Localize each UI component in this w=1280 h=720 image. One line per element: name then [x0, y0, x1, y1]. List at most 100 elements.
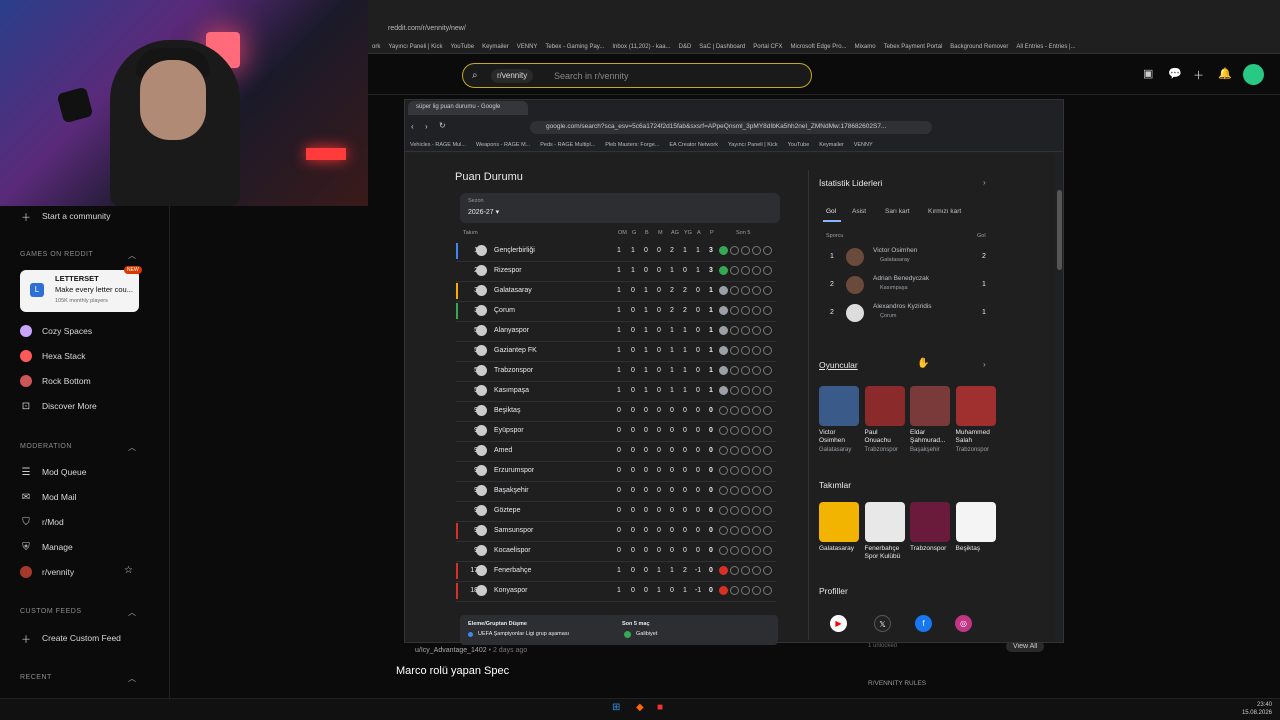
- reload-icon[interactable]: ↻: [439, 121, 446, 130]
- chevron-up-icon[interactable]: ︿: [128, 607, 136, 618]
- chat-icon[interactable]: 💬: [1168, 67, 1182, 80]
- player-card[interactable]: Eldar Şahmurad... Başakşehir: [910, 386, 950, 453]
- team-name[interactable]: Gaziantep FK: [494, 347, 537, 354]
- table-row[interactable]: 9Samsunspor00000000: [456, 521, 776, 541]
- star-icon[interactable]: ☆: [124, 565, 133, 576]
- team-name[interactable]: Fenerbahçe: [494, 567, 531, 574]
- bookmark-item[interactable]: SaC | Dashboard: [699, 44, 745, 50]
- player-card[interactable]: Muhammed Salah Trabzonspor: [955, 386, 996, 453]
- user-avatar[interactable]: [1243, 64, 1264, 85]
- table-row[interactable]: 2Rizespor11001013: [456, 261, 776, 281]
- taskbar-clock[interactable]: 23:40 15.08.2026: [1242, 701, 1272, 717]
- team-card[interactable]: Beşiktaş: [955, 502, 996, 553]
- table-row[interactable]: 9Göztepe00000000: [456, 501, 776, 521]
- table-row[interactable]: 9Kocaelispor00000000: [456, 541, 776, 561]
- sidebar-item-r-mod[interactable]: ⛉ r/Mod: [20, 516, 63, 528]
- team-name[interactable]: Samsunspor: [494, 527, 533, 534]
- app-icon[interactable]: ■: [657, 702, 663, 713]
- bookmark-item[interactable]: Yayıncı Paneli | Kick: [388, 44, 442, 50]
- team-name[interactable]: Çorum: [494, 307, 515, 314]
- team-name[interactable]: Eyüpspor: [494, 427, 524, 434]
- chevron-up-icon[interactable]: ︿: [128, 442, 136, 453]
- bookmark-item[interactable]: Keymailer: [482, 44, 509, 50]
- inner-address-bar[interactable]: google.com/search?sca_esv=5c6a1724f2d15f…: [530, 121, 932, 134]
- windows-start-icon[interactable]: ⊞: [612, 702, 620, 713]
- url-text[interactable]: reddit.com/r/vennity/new/: [388, 25, 466, 32]
- table-row[interactable]: 9Eyüpspor00000000: [456, 421, 776, 441]
- player-card[interactable]: Paul Onuachu Trabzonspor: [864, 386, 905, 453]
- table-row[interactable]: 9Erzurumspor00000000: [456, 461, 776, 481]
- instagram-icon[interactable]: ◎: [955, 615, 972, 632]
- team-name[interactable]: Alanyaspor: [494, 327, 529, 334]
- stats-tab-2[interactable]: Sarı kart: [885, 208, 910, 215]
- chevron-up-icon[interactable]: ︿: [128, 250, 136, 261]
- bookmark-item[interactable]: EA Creator Network: [669, 142, 718, 148]
- table-row[interactable]: 3Galatasaray10102201: [456, 281, 776, 301]
- bookmark-item[interactable]: Vehicles - RAGE Mul...: [410, 142, 466, 148]
- leader-row[interactable]: 2 Alexandros Kyziridis Çorum 1: [826, 301, 996, 327]
- x-icon[interactable]: 𝕏: [874, 615, 891, 632]
- back-icon[interactable]: ‹: [411, 122, 414, 131]
- bookmark-item[interactable]: YouTube: [788, 142, 810, 148]
- team-name[interactable]: Trabzonspor: [494, 367, 533, 374]
- player-card[interactable]: Victor Osimhen Galatasaray: [819, 386, 859, 453]
- sidebar-item-manage[interactable]: ⛨ Manage: [20, 541, 72, 553]
- stats-tab-3[interactable]: Kırmızı kart: [928, 208, 961, 215]
- scrollbar[interactable]: [1057, 190, 1062, 270]
- team-card[interactable]: Fenerbahçe Spor Kulübü: [864, 502, 905, 561]
- bookmark-item[interactable]: All Entries - Entries |...: [1016, 44, 1075, 50]
- bookmark-item[interactable]: Mixamo: [855, 44, 876, 50]
- bookmark-item[interactable]: Portal CFX: [753, 44, 782, 50]
- bookmark-item[interactable]: Tebex - Gaming Pay...: [545, 44, 604, 50]
- players-title[interactable]: Oyuncular: [819, 360, 858, 370]
- advertise-icon[interactable]: ▣: [1143, 67, 1153, 80]
- notifications-icon[interactable]: 🔔: [1218, 67, 1232, 80]
- bookmark-item[interactable]: Peds - RAGE Multipl...: [540, 142, 595, 148]
- bookmark-item[interactable]: VENNY: [854, 142, 873, 148]
- sidebar-item-rock-bottom[interactable]: Rock Bottom: [20, 375, 91, 387]
- post-title[interactable]: Marco rolü yapan Spec: [396, 665, 509, 677]
- team-name[interactable]: Kocaelispor: [494, 547, 531, 554]
- bookmark-item[interactable]: YouTube: [450, 44, 474, 50]
- sidebar-item-cozy-spaces[interactable]: Cozy Spaces: [20, 325, 92, 337]
- create-custom-feed-button[interactable]: ＋ Create Custom Feed: [20, 632, 121, 646]
- table-row[interactable]: 5Alanyaspor10101101: [456, 321, 776, 341]
- stats-tab-1[interactable]: Asist: [852, 208, 866, 215]
- team-name[interactable]: Beşiktaş: [494, 407, 520, 414]
- table-row[interactable]: 17 Fenerbahçe 1 0 0 1 1 2 -1 0: [456, 561, 776, 581]
- bookmark-item[interactable]: Tebex Payment Portal: [884, 44, 943, 50]
- bookmark-item[interactable]: Keymailer: [819, 142, 843, 148]
- bookmark-item[interactable]: Inbox (11,202) - kaa...: [612, 44, 670, 50]
- team-card[interactable]: Galatasaray: [819, 502, 859, 553]
- subreddit-chip[interactable]: r/vennity: [491, 69, 534, 83]
- table-row[interactable]: 5Gaziantep FK10101101: [456, 341, 776, 361]
- team-name[interactable]: Kasımpaşa: [494, 387, 529, 394]
- reddit-search-input[interactable]: ⌕ r/vennity Search in r/vennity: [462, 63, 812, 88]
- browser-address-bar[interactable]: reddit.com/r/vennity/new/: [368, 22, 1280, 40]
- season-selector[interactable]: Sezon 2026-27 ▾: [460, 193, 780, 223]
- sidebar-item-mod-mail[interactable]: ✉ Mod Mail: [20, 491, 77, 503]
- table-row[interactable]: 3Çorum10102201: [456, 301, 776, 321]
- team-name[interactable]: Rizespor: [494, 267, 522, 274]
- post-author[interactable]: u/Icy_Advantage_1402 • 2 days ago: [415, 647, 527, 654]
- bookmark-item[interactable]: Pleb Masters: Forge...: [605, 142, 659, 148]
- facebook-icon[interactable]: f: [915, 615, 932, 632]
- leader-row[interactable]: 1 Victor Osimhen Galatasaray 2: [826, 245, 996, 271]
- team-name[interactable]: Galatasaray: [494, 287, 532, 294]
- bookmark-item[interactable]: VENNY: [517, 44, 538, 50]
- sidebar-item-mod-queue[interactable]: ☰ Mod Queue: [20, 466, 87, 478]
- bookmark-item[interactable]: Microsoft Edge Pro...: [791, 44, 847, 50]
- bookmark-item[interactable]: Yayıncı Paneli | Kick: [728, 142, 778, 148]
- table-row[interactable]: 5Kasımpaşa10101101: [456, 381, 776, 401]
- youtube-icon[interactable]: ▶: [830, 615, 847, 632]
- team-name[interactable]: Konyaspor: [494, 587, 527, 594]
- sidebar-item-discover-more[interactable]: ⊡ Discover More: [20, 400, 97, 412]
- stats-tab-0[interactable]: Gol: [826, 208, 836, 215]
- bookmark-item[interactable]: Background Remover: [950, 44, 1008, 50]
- chevron-right-icon[interactable]: ›: [983, 360, 986, 369]
- sidebar-item-hexa-stack[interactable]: Hexa Stack: [20, 350, 85, 362]
- team-name[interactable]: Amed: [494, 447, 512, 454]
- forward-icon[interactable]: ›: [425, 122, 428, 131]
- chevron-right-icon[interactable]: ›: [983, 178, 986, 187]
- start-community-button[interactable]: ＋ Start a community: [20, 210, 111, 224]
